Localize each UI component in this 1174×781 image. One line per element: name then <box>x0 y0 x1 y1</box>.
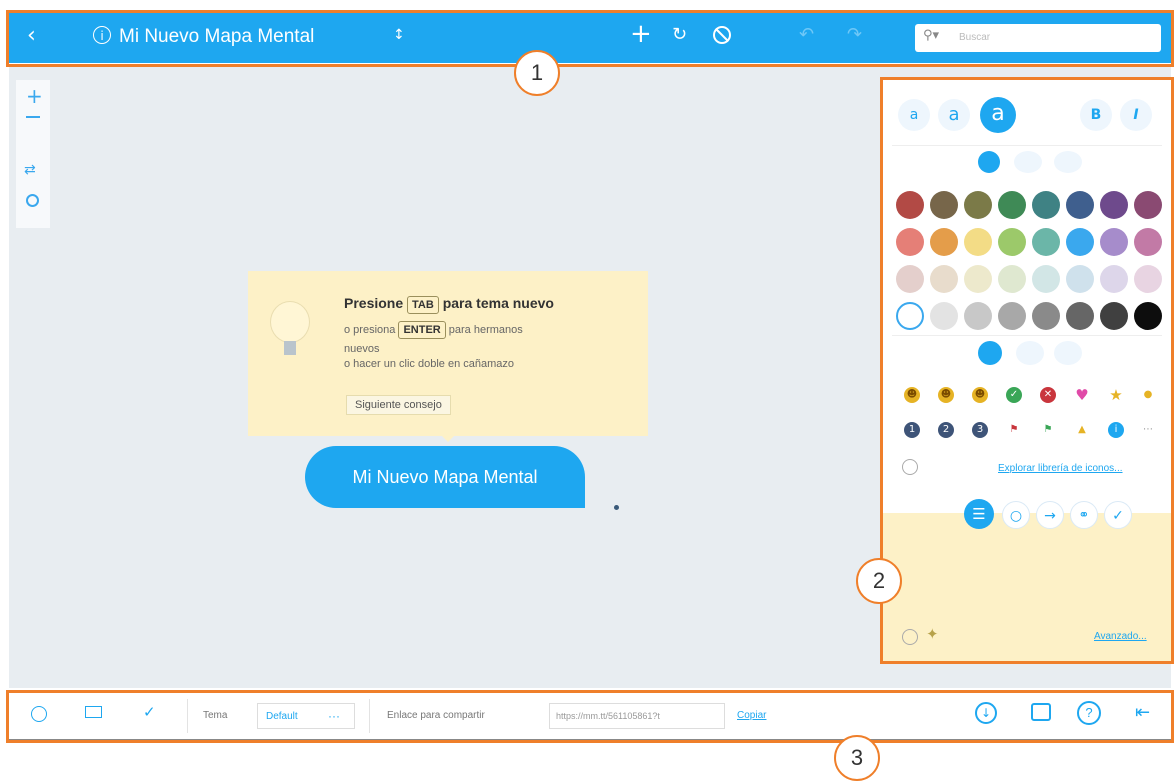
next-tip-button[interactable]: Siguiente consejo <box>346 395 451 415</box>
tip-box: Presione TAB para tema nuevo o presiona … <box>248 271 648 442</box>
tip-line2-prefix: o presiona <box>344 324 396 336</box>
enter-key: ENTER <box>398 321 446 339</box>
tip-line1-prefix: Presione <box>344 295 404 311</box>
zoom-in-icon[interactable]: + <box>26 84 43 108</box>
annotation-box-panel <box>880 77 1174 664</box>
tip-line4: o hacer un clic doble en cañamazo <box>344 358 514 370</box>
tip-pointer <box>440 434 456 442</box>
callout-2: 2 <box>856 558 902 604</box>
tab-key: TAB <box>407 296 439 314</box>
fit-icon[interactable]: ⇄ <box>24 162 36 178</box>
central-topic-label: Mi Nuevo Mapa Mental <box>352 467 538 487</box>
callout-1: 1 <box>514 50 560 96</box>
annotation-box-bottombar <box>6 690 1174 743</box>
tip-line2-suffix: para hermanos <box>448 324 523 336</box>
lightbulb-base <box>284 341 296 355</box>
tip-line1-suffix: para tema nuevo <box>442 295 554 311</box>
tip-line3: nuevos <box>344 343 380 355</box>
lightbulb-icon <box>270 301 310 343</box>
annotation-box-topbar <box>6 10 1174 67</box>
node-handle[interactable] <box>614 505 619 510</box>
callout-3: 3 <box>834 735 880 781</box>
zoom-toolbar: + ⇄ <box>16 80 50 228</box>
central-topic-node[interactable]: Mi Nuevo Mapa Mental <box>305 446 585 508</box>
center-icon[interactable] <box>26 194 39 207</box>
zoom-out-icon[interactable] <box>26 116 40 118</box>
